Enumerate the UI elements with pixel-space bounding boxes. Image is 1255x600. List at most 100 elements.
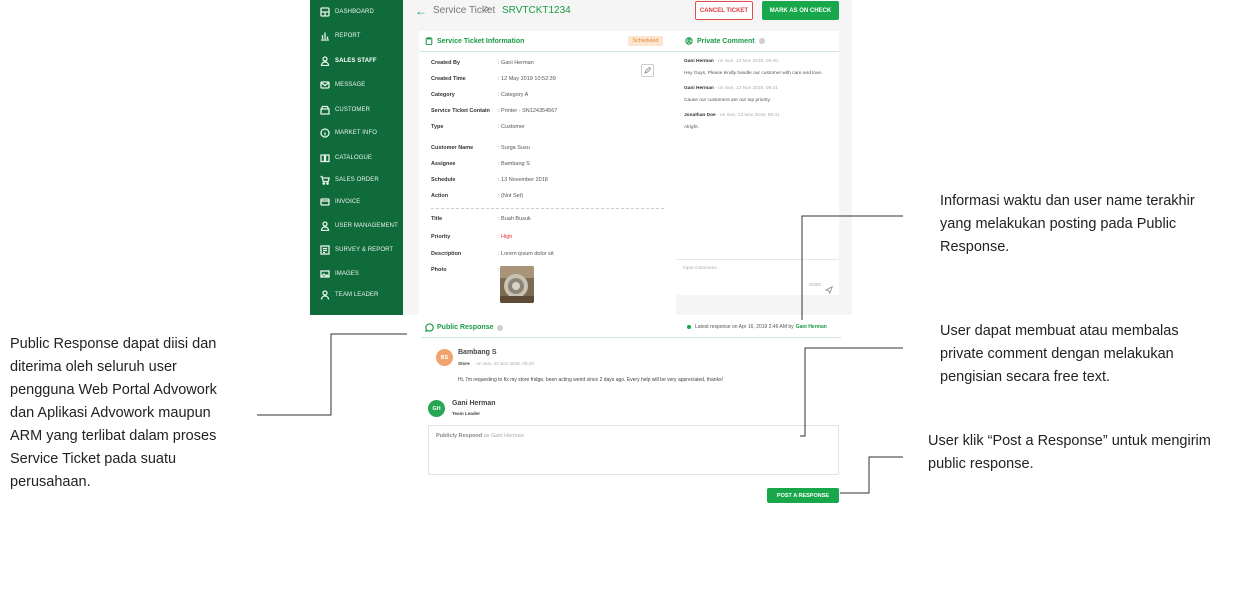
team-leader-icon: [319, 290, 330, 301]
sidebar-item-label: IMAGES: [335, 271, 359, 277]
latest-response-info: Latest response on Apr 16, 2019 2:46 AM …: [687, 324, 827, 330]
divider: [421, 337, 841, 338]
responder-role: Team Leader: [452, 411, 480, 416]
avatar: GH: [428, 400, 445, 417]
field-value-ticket-contain: : Printer - SN124354567: [498, 108, 558, 114]
cancel-ticket-button[interactable]: CANCEL TICKET: [695, 1, 753, 20]
sidebar-item-report[interactable]: REPORT: [310, 26, 403, 46]
sidebar-item-user-management[interactable]: USER MANAGEMENT: [310, 216, 403, 236]
clipboard-icon: [425, 37, 433, 45]
character-counter: 0/300: [809, 283, 822, 288]
comment-author: Gani Herman - on Sun, 13 Nov 2018, 09:41: [684, 86, 778, 91]
avatar: BS: [436, 349, 453, 366]
dashboard-icon: [319, 7, 330, 18]
user-management-icon: [319, 221, 330, 232]
sidebar-item-label: REPORT: [335, 33, 361, 39]
private-comment-input[interactable]: Input Comment...: [683, 266, 720, 271]
info-icon[interactable]: [758, 38, 765, 44]
comment-text: Alright.: [684, 125, 699, 130]
edit-button[interactable]: [641, 64, 654, 77]
back-arrow-icon[interactable]: ←: [415, 4, 427, 18]
respond-placeholder: Publicly Respond as Gani Herman: [436, 433, 524, 439]
sidebar-item-label: MARKET INFO: [335, 130, 377, 136]
field-value-created-time: : 12 May 2019 10:52:39: [498, 76, 556, 82]
field-value-action: : (Not Set): [498, 193, 524, 199]
sidebar-item-label: USER MANAGEMENT: [335, 223, 398, 229]
response-message: Hi, I'm requesting to fix my store fridg…: [458, 377, 723, 383]
field-label-category: Category: [431, 92, 455, 98]
field-value-type: : Customer: [498, 124, 525, 130]
sidebar-item-dashboard[interactable]: DASHBOARD: [310, 2, 403, 22]
sidebar-item-label: CUSTOMER: [335, 107, 371, 113]
field-value-description: : Lorem ipsum dolor sit: [498, 251, 554, 257]
status-badge: Scheduled: [628, 36, 663, 46]
field-label-type: Type: [431, 124, 444, 130]
comment-author: Jonathan Doe - on Sun, 13 Nov 2018, 09:4…: [684, 113, 780, 118]
latest-response-user: Gani Herman: [795, 324, 827, 330]
sidebar-item-message[interactable]: MESSAGE: [310, 75, 403, 95]
sidebar-item-sales-order[interactable]: SALES ORDER: [310, 170, 403, 190]
app-screenshot: DASHBOARD REPORT SALES STAFF MESSAGE CUS…: [310, 0, 852, 315]
sidebar: DASHBOARD REPORT SALES STAFF MESSAGE CUS…: [310, 0, 403, 315]
mark-as-on-check-button[interactable]: MARK AS ON CHECK: [762, 1, 839, 20]
annotation-latest-response: Informasi waktu dan user name terakhir y…: [940, 193, 1195, 255]
ticket-id: SRVTCKT1234: [502, 5, 571, 16]
user-circle-icon: [685, 37, 693, 45]
sidebar-item-survey-report[interactable]: SURVEY & REPORT: [310, 240, 403, 260]
field-label-action: Action: [431, 193, 449, 199]
comment-text: Cause our customers are our top priority…: [684, 98, 771, 103]
sidebar-item-invoice[interactable]: INVOICE: [310, 192, 403, 212]
field-label-description: Description: [431, 251, 462, 257]
message-icon: [319, 80, 330, 91]
connector-left-note: [257, 333, 407, 416]
field-value-title: : Buah Busuk: [498, 216, 531, 222]
cart-icon: [319, 175, 330, 186]
sidebar-item-customer[interactable]: CUSTOMER: [310, 100, 403, 120]
field-label-created-by: Created By: [431, 60, 461, 66]
survey-icon: [319, 245, 330, 256]
ticket-header: ← Service Ticket > SRVTCKT1234 CANCEL TI…: [403, 0, 852, 24]
public-respond-input[interactable]: Publicly Respond as Gani Herman: [428, 425, 839, 475]
send-icon[interactable]: [824, 281, 834, 295]
public-response-section: Public Response Latest response on Apr 1…: [421, 318, 841, 508]
field-label-ticket-contain: Service Ticket Contain: [431, 108, 490, 114]
dashed-divider: [431, 208, 664, 209]
field-label-assignee: Assignee: [431, 161, 456, 167]
catalogue-icon: [319, 153, 330, 164]
info-icon[interactable]: [497, 324, 504, 331]
sidebar-item-market-info[interactable]: MARKET INFO: [310, 123, 403, 143]
field-label-priority: Priority: [431, 234, 451, 240]
sidebar-item-sales-staff[interactable]: SALES STAFF: [310, 51, 403, 71]
sidebar-item-catalogue[interactable]: CATALOGUE: [310, 148, 403, 168]
connector-note-3: [840, 456, 903, 494]
sidebar-item-label: SURVEY & REPORT: [335, 247, 394, 253]
annotation-private-comment: User dapat membuat atau membalas private…: [940, 323, 1179, 385]
sidebar-item-images[interactable]: IMAGES: [310, 264, 403, 284]
post-a-response-button[interactable]: POST A RESPONSE: [767, 488, 839, 503]
breadcrumb-separator: >: [484, 4, 490, 15]
comment-author: Gani Herman - on Sun, 13 Nov 2018, 09:40: [684, 59, 778, 64]
market-info-icon: [319, 128, 330, 139]
field-value-category: : Category A: [498, 92, 529, 98]
sidebar-item-label: CATALOGUE: [335, 155, 373, 161]
response-author-name: Bambang S: [458, 349, 497, 356]
service-ticket-information-card: Service Ticket Information Scheduled Cre…: [419, 31, 676, 315]
response-author-role: Store - on Sun, 22 Nov 2018, 09:40: [458, 361, 534, 366]
chat-bubble-icon: [425, 323, 434, 332]
field-value-created-by: : Gani Herman: [498, 60, 534, 66]
field-value-customer-name: : Surga Susu: [498, 145, 530, 151]
customer-icon: [319, 105, 330, 116]
field-label-customer-name: Customer Name: [431, 145, 474, 151]
comment-text: Hey Guys, Please kindly handle our custo…: [684, 71, 823, 76]
ticket-photo[interactable]: [500, 266, 534, 303]
divider: [676, 51, 839, 52]
annotation-post-response: User klik “Post a Response” untuk mengir…: [928, 433, 1211, 472]
pencil-icon: [644, 67, 651, 74]
sidebar-item-label: TEAM LEADER: [335, 292, 379, 298]
private-comment-title: Private Comment: [685, 37, 765, 45]
field-label-created-time: Created Time: [431, 76, 466, 82]
sidebar-item-label: INVOICE: [335, 199, 361, 205]
sidebar-item-team-leader[interactable]: TEAM LEADER: [310, 285, 403, 305]
sidebar-item-label: MESSAGE: [335, 82, 366, 88]
sales-staff-icon: [319, 56, 330, 67]
